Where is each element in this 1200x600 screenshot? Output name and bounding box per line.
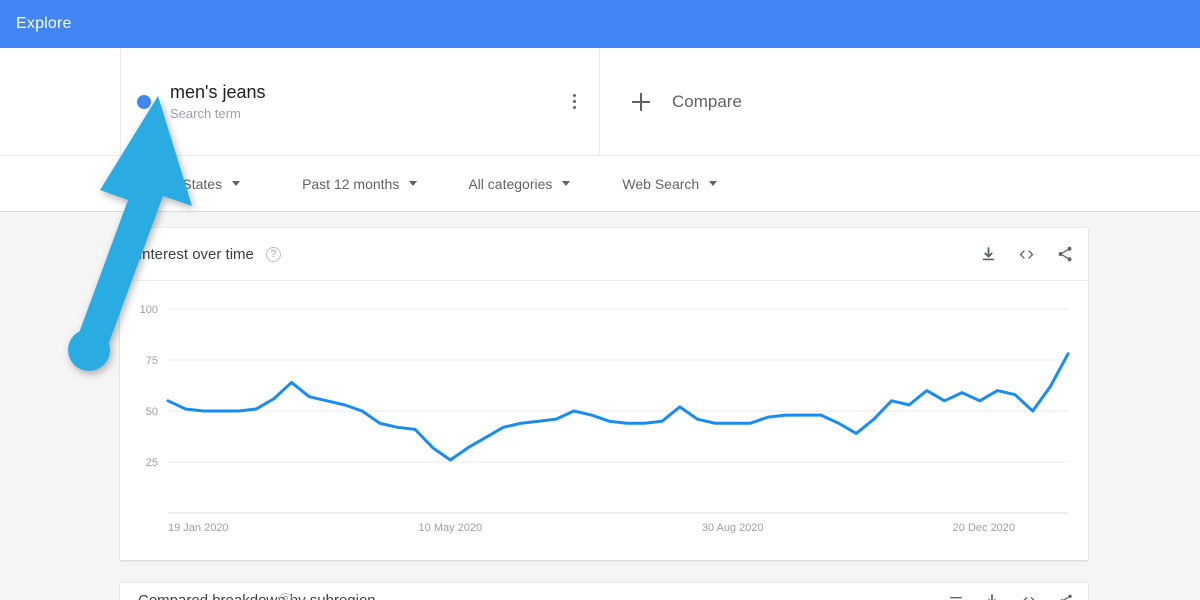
plus-icon (632, 93, 650, 111)
x-axis-tick-label: 20 Dec 2020 (953, 522, 1015, 534)
google-trends-page: Explore men's jeans Search term Compare … (0, 0, 1200, 600)
search-term-band: men's jeans Search term Compare (0, 48, 1200, 156)
filter-location-label: United States (138, 176, 222, 192)
x-axis-tick-label: 30 Aug 2020 (702, 522, 764, 534)
search-term-dot (137, 95, 151, 109)
share-icon[interactable] (1056, 245, 1074, 263)
card-header: Interest over time ? (120, 228, 1088, 281)
embed-code-icon[interactable] (1020, 593, 1038, 600)
interest-over-time-chart: 25 50 75 100 19 Jan 2020 10 May 2020 30 Aug 20… (120, 281, 1088, 559)
download-icon[interactable] (980, 246, 997, 263)
add-comparison-button[interactable]: Compare (600, 48, 742, 155)
share-icon[interactable] (1058, 593, 1074, 600)
y-axis-tick-label: 25 (146, 457, 158, 469)
search-term-text: men's jeans Search term (170, 81, 265, 123)
filter-search-type[interactable]: Web Search (622, 176, 717, 192)
download-icon[interactable] (984, 593, 1000, 600)
y-axis-tick-label: 50 (146, 406, 158, 418)
search-term-card[interactable]: men's jeans Search term (120, 48, 600, 155)
list-view-icon[interactable] (948, 593, 964, 600)
compare-label: Compare (672, 92, 742, 112)
chevron-down-icon (562, 181, 570, 186)
subregion-breakdown-card: Compared breakdown by subregion ? (120, 583, 1088, 600)
subregion-card-action-group (948, 593, 1074, 600)
subregion-card-title: Compared breakdown by subregion (138, 592, 376, 600)
y-axis-tick-label: 100 (140, 304, 158, 316)
x-axis-tick-label: 19 Jan 2020 (168, 522, 229, 534)
chevron-down-icon (232, 181, 240, 186)
card-title: Interest over time (138, 246, 254, 263)
interest-over-time-card: Interest over time ? (120, 228, 1088, 560)
chart-line-series (168, 354, 1068, 460)
filter-category[interactable]: All categories (468, 176, 570, 192)
page-title: Explore (16, 15, 72, 33)
card-action-group (980, 245, 1074, 263)
x-axis-tick-label: 10 May 2020 (419, 522, 483, 534)
filter-time-range-label: Past 12 months (302, 176, 399, 192)
chart-svg: 25 50 75 100 19 Jan 2020 10 May 2020 30 Aug 20… (120, 281, 1088, 559)
chevron-down-icon (709, 181, 717, 186)
filter-location[interactable]: United States (138, 176, 240, 192)
app-header: Explore (0, 0, 1200, 48)
kebab-menu-icon[interactable] (563, 91, 585, 113)
filter-search-type-label: Web Search (622, 176, 699, 192)
filter-category-label: All categories (468, 176, 552, 192)
chevron-down-icon (409, 181, 417, 186)
y-axis-tick-label: 75 (146, 355, 158, 367)
search-term-label: men's jeans (170, 81, 265, 103)
embed-code-icon[interactable] (1017, 246, 1036, 263)
search-term-subtitle: Search term (170, 105, 265, 123)
filter-time-range[interactable]: Past 12 months (302, 176, 417, 192)
filter-bar: United States Past 12 months All categor… (0, 156, 1200, 212)
question-mark-icon[interactable]: ? (266, 247, 281, 262)
